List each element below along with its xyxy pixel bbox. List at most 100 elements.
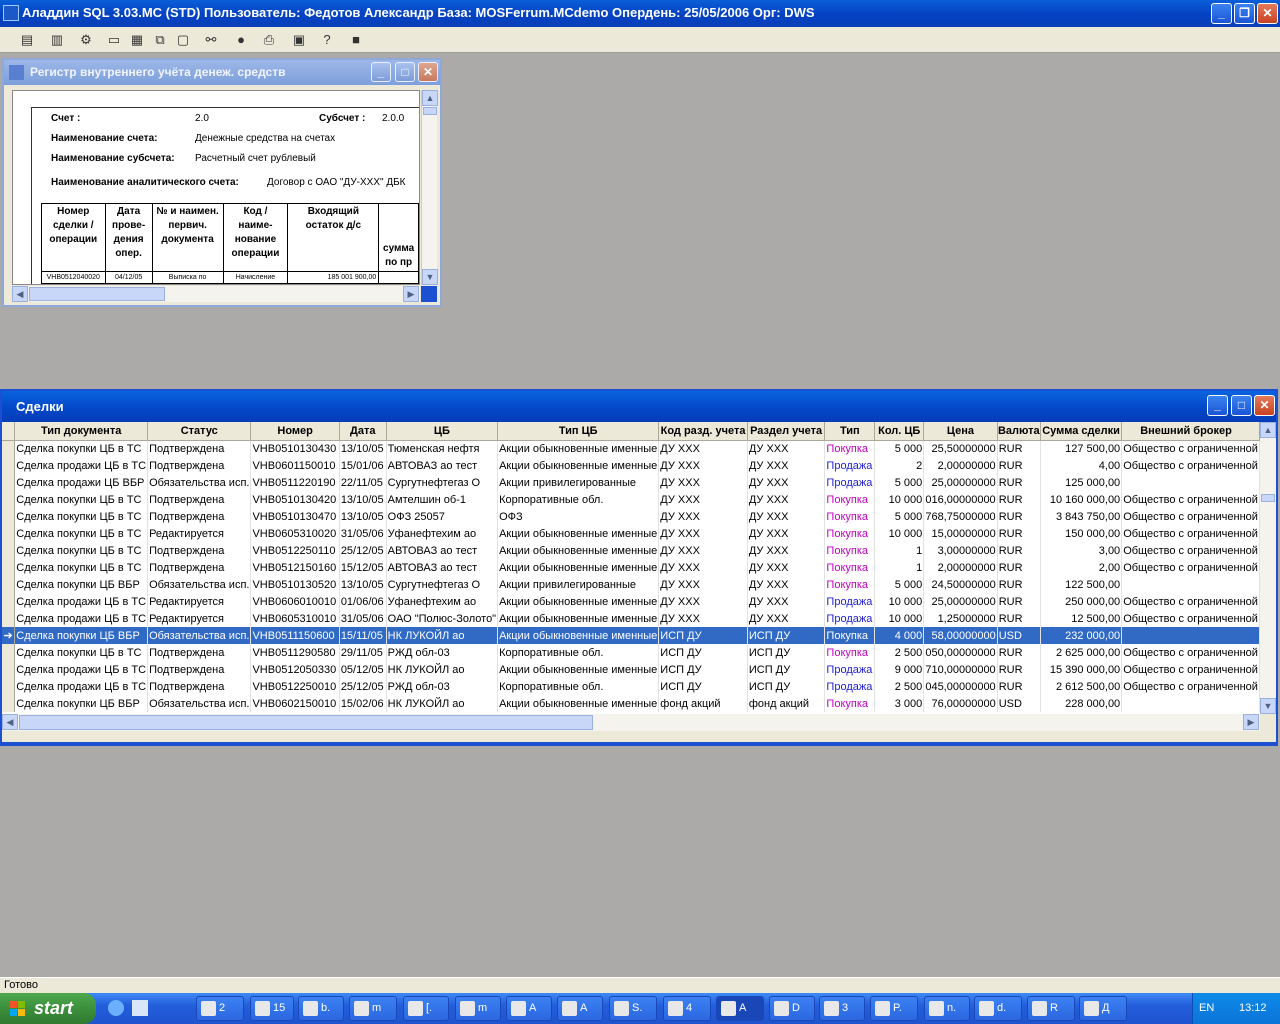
cell-date[interactable]: 31/05/06: [339, 525, 387, 542]
cell-cur[interactable]: USD: [997, 627, 1041, 644]
cell-cur[interactable]: RUR: [997, 559, 1041, 576]
cell-date[interactable]: 13/10/05: [339, 440, 387, 457]
cell-sum[interactable]: 232 000,00: [1040, 627, 1123, 644]
cell-price[interactable]: 2,00000000: [923, 457, 998, 474]
cell-cur[interactable]: RUR: [997, 593, 1041, 610]
cell-qty[interactable]: 1: [874, 542, 925, 559]
cell-doc[interactable]: Сделка покупки ЦБ в ТС: [14, 491, 149, 508]
cell-status[interactable]: Подтверждена: [147, 508, 252, 525]
cell-status[interactable]: Подтверждена: [147, 661, 252, 678]
column-header[interactable]: Тип: [824, 422, 876, 441]
cell-type[interactable]: Покупка: [824, 440, 876, 457]
cell-cur[interactable]: RUR: [997, 576, 1041, 593]
start-button[interactable]: start: [0, 993, 96, 1024]
cell-sec[interactable]: Сургутнефтегаз О: [386, 576, 499, 593]
cell-code[interactable]: ИСП ДУ: [658, 661, 748, 678]
cell-status[interactable]: Подтверждена: [147, 491, 252, 508]
cell-broker[interactable]: Общество с ограниченной: [1121, 525, 1260, 542]
column-header[interactable]: Внешний брокер: [1121, 422, 1260, 441]
cell-price[interactable]: 15,00000000: [923, 525, 998, 542]
cell-section[interactable]: ДУ XXX: [747, 457, 826, 474]
settings-icon[interactable]: ⚙: [76, 30, 96, 50]
cell-broker[interactable]: [1121, 576, 1260, 593]
cell-qty[interactable]: 2: [874, 457, 925, 474]
scroll-left-icon[interactable]: ◀: [2, 714, 18, 730]
column-header[interactable]: Дата: [339, 422, 387, 441]
cell-num[interactable]: VHB0512050330: [250, 661, 340, 678]
taskbar-button[interactable]: A: [716, 996, 764, 1021]
cell-cur[interactable]: RUR: [997, 525, 1041, 542]
table-row[interactable]: Сделка покупки ЦБ в ТС Подтверждена VHB051…: [2, 542, 1260, 559]
cell-status[interactable]: Обязательства исп.: [147, 474, 252, 491]
cell-qty[interactable]: 2 500: [874, 678, 925, 695]
cell-sec-type[interactable]: Акции обыкновенные именные: [497, 593, 660, 610]
taskbar-button[interactable]: [.: [403, 996, 449, 1021]
cell-broker[interactable]: Общество с ограниченной: [1121, 508, 1260, 525]
cell-num[interactable]: VHB0601150010: [250, 457, 340, 474]
cell-doc[interactable]: Сделка покупки ЦБ в ТС: [14, 440, 149, 457]
cell-type[interactable]: Покупка: [824, 559, 876, 576]
cell-sec[interactable]: АВТОВАЗ ао тест: [386, 559, 499, 576]
taskbar-button[interactable]: D: [769, 996, 815, 1021]
cell-code[interactable]: ДУ XXX: [658, 474, 748, 491]
cell-date[interactable]: 15/12/05: [339, 559, 387, 576]
cell-sec[interactable]: НК ЛУКОЙЛ ао: [386, 627, 499, 644]
cell-doc[interactable]: Сделка продажи ЦБ в ТС: [14, 457, 149, 474]
deals-vertical-scrollbar[interactable]: ▲ ▼: [1260, 422, 1276, 714]
table-row[interactable]: Сделка покупки ЦБ в ТС Подтверждена VHB051…: [2, 508, 1260, 525]
cell-doc[interactable]: Сделка покупки ЦБ в ТС: [14, 542, 149, 559]
database-icon[interactable]: ▥: [47, 30, 67, 50]
taskbar-button[interactable]: m: [349, 996, 397, 1021]
taskbar-button[interactable]: d.: [974, 996, 1022, 1021]
cell-num[interactable]: VHB0605310010: [250, 610, 340, 627]
cell-num[interactable]: VHB0511220190: [250, 474, 340, 491]
cell-code[interactable]: ДУ XXX: [658, 457, 748, 474]
table-row[interactable]: Сделка продажи ЦБ в ТС Подтверждена VHB060…: [2, 457, 1260, 474]
cell-qty[interactable]: 2 500: [874, 644, 925, 661]
row-indicator[interactable]: [2, 508, 16, 525]
table-row[interactable]: Сделка покупки ЦБ в ТС Подтверждена VHB051…: [2, 440, 1260, 457]
cell-sec[interactable]: Тюменская нефтя: [386, 440, 499, 457]
cell-doc[interactable]: Сделка продажи ЦБ в ТС: [14, 661, 149, 678]
deals-window-title-bar[interactable]: Сделки _ □ ✕: [2, 391, 1276, 422]
cell-doc[interactable]: Сделка покупки ЦБ в ТС: [14, 559, 149, 576]
cell-section[interactable]: ДУ XXX: [747, 474, 826, 491]
taskbar-button[interactable]: 3: [819, 996, 865, 1021]
row-indicator[interactable]: [2, 491, 16, 508]
cell-num[interactable]: VHB0511150600: [250, 627, 340, 644]
cell-sec[interactable]: Сургутнефтегаз О: [386, 474, 499, 491]
table-row[interactable]: Сделка продажи ЦБ в ТС Редактируется VHB06…: [2, 593, 1260, 610]
cell-price[interactable]: 1,25000000: [923, 610, 998, 627]
row-indicator[interactable]: [2, 542, 16, 559]
table-row[interactable]: Сделка продажи ЦБ в ТС Подтверждена VHB051…: [2, 678, 1260, 695]
scroll-thumb[interactable]: [19, 715, 593, 730]
app-close-button[interactable]: ✕: [1257, 3, 1278, 24]
row-indicator[interactable]: [2, 610, 16, 627]
report-icon[interactable]: ▤: [17, 30, 37, 50]
cell-code[interactable]: ДУ XXX: [658, 610, 748, 627]
taskbar-button[interactable]: R: [1027, 996, 1075, 1021]
scroll-down-icon[interactable]: ▼: [422, 269, 438, 285]
cell-price[interactable]: 045,00000000: [923, 678, 998, 695]
cell-cur[interactable]: USD: [997, 695, 1041, 712]
table-row[interactable]: Сделка продажи ЦБ ВБР Обязательства исп. V…: [2, 474, 1260, 491]
cell-num[interactable]: VHB0512250110: [250, 542, 340, 559]
export-icon[interactable]: ▣: [289, 30, 309, 50]
cell-sec-type[interactable]: Акции обыкновенные именные: [497, 457, 660, 474]
cell-sec-type[interactable]: Акции привилегированные: [497, 474, 660, 491]
row-indicator[interactable]: [2, 457, 16, 474]
cell-price[interactable]: 25,00000000: [923, 593, 998, 610]
resize-corner[interactable]: [421, 286, 437, 302]
cell-code[interactable]: ДУ XXX: [658, 576, 748, 593]
row-indicator[interactable]: [2, 440, 16, 457]
cell-sec[interactable]: НК ЛУКОЙЛ ао: [386, 661, 499, 678]
cell-cur[interactable]: RUR: [997, 440, 1041, 457]
taskbar-button[interactable]: A: [506, 996, 552, 1021]
cell-sum[interactable]: 15 390 000,00: [1040, 661, 1123, 678]
blank-icon[interactable]: ▢: [173, 30, 193, 50]
cell-price[interactable]: 25,50000000: [923, 440, 998, 457]
cell-price[interactable]: 25,00000000: [923, 474, 998, 491]
cell-price[interactable]: 050,00000000: [923, 644, 998, 661]
scroll-thumb[interactable]: [29, 287, 165, 301]
column-header[interactable]: Код разд. учета: [658, 422, 748, 441]
